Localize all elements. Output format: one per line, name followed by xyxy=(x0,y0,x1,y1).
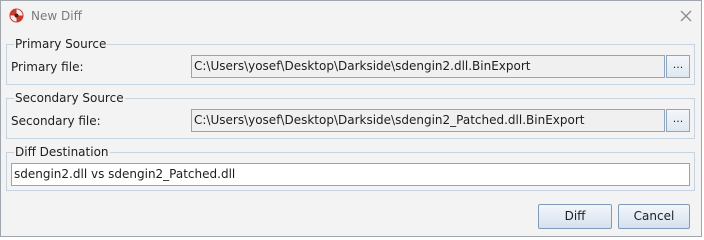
primary-file-label: Primary file: xyxy=(11,60,84,74)
diff-button[interactable]: Diff xyxy=(538,204,612,229)
title-bar: New Diff xyxy=(1,1,701,31)
primary-source-title: Primary Source xyxy=(14,36,108,52)
secondary-source-group: Secondary Source Secondary file: C:\User… xyxy=(6,90,695,139)
diff-destination-input[interactable]: sdengin2.dll vs sdengin2_Patched.dll xyxy=(11,163,690,186)
primary-browse-button[interactable]: ... xyxy=(666,55,690,78)
diff-destination-title: Diff Destination xyxy=(14,144,110,160)
diff-destination-group: Diff Destination sdengin2.dll vs sdengin… xyxy=(6,144,695,191)
secondary-browse-button[interactable]: ... xyxy=(666,109,690,132)
primary-file-field[interactable]: C:\Users\yosef\Desktop\Darkside\sdengin2… xyxy=(191,55,665,78)
secondary-file-label: Secondary file: xyxy=(11,114,101,128)
new-diff-dialog: New Diff Primary Source Primary file: C:… xyxy=(0,0,702,237)
close-button[interactable] xyxy=(675,6,697,26)
secondary-file-field[interactable]: C:\Users\yosef\Desktop\Darkside\sdengin2… xyxy=(191,109,665,132)
close-icon xyxy=(680,10,692,22)
secondary-source-title: Secondary Source xyxy=(14,90,125,106)
cancel-button[interactable]: Cancel xyxy=(618,204,690,229)
bindiff-app-icon xyxy=(9,8,24,23)
primary-source-group: Primary Source Primary file: C:\Users\yo… xyxy=(6,36,695,85)
window-title: New Diff xyxy=(31,9,82,23)
